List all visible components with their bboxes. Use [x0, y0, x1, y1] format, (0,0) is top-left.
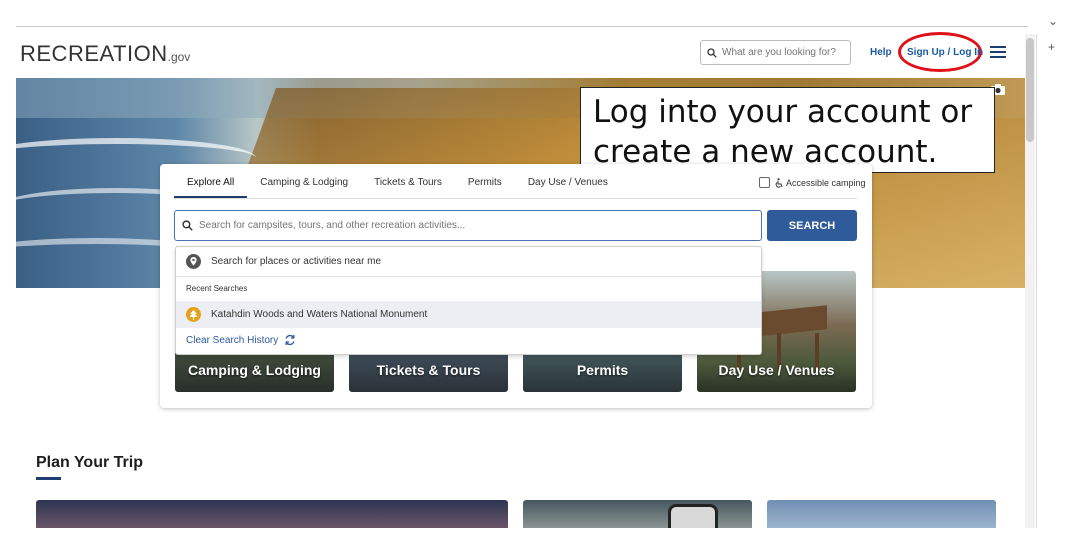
search-near-me-label: Search for places or activities near me	[211, 256, 382, 267]
plan-trip-tile[interactable]	[767, 500, 996, 528]
tab-explore-all[interactable]: Explore All	[174, 164, 248, 198]
tab-day-use-venues[interactable]: Day Use / Venues	[515, 164, 621, 198]
search-icon	[182, 220, 193, 231]
category-card-label: Tickets & Tours	[376, 362, 481, 378]
header-search-input[interactable]	[722, 47, 842, 58]
side-chevron-icon[interactable]: ⌄	[1048, 14, 1058, 28]
search-button[interactable]: SEARCH	[767, 210, 857, 241]
browser-frame: ⌄ + RECREATION.gov Help Sign Up / Log In…	[0, 0, 1087, 557]
scrollbar-thumb[interactable]	[1026, 38, 1034, 142]
header-search-box[interactable]	[700, 40, 851, 65]
logo-suffix: .gov	[167, 50, 191, 64]
logo-text: RECREATION	[20, 41, 168, 66]
side-panel-divider	[1036, 34, 1037, 528]
tabs-divider	[174, 198, 857, 199]
search-near-me-option[interactable]: Search for places or activities near me	[176, 247, 761, 277]
accessible-camping-toggle[interactable]: Accessible camping	[759, 177, 866, 188]
heading-underline	[36, 477, 61, 480]
annotation-callout: Log into your account or create a new ac…	[580, 87, 995, 173]
wheelchair-icon	[775, 177, 783, 188]
site-header: RECREATION.gov Help Sign Up / Log In	[16, 27, 1025, 78]
clear-search-history-label: Clear Search History	[186, 334, 279, 346]
recent-search-item[interactable]: Katahdin Woods and Waters National Monum…	[176, 301, 761, 328]
category-card-label: Permits	[576, 362, 629, 378]
tab-permits[interactable]: Permits	[455, 164, 515, 198]
search-icon	[707, 47, 717, 58]
tab-camping-lodging[interactable]: Camping & Lodging	[247, 164, 361, 198]
tab-tickets-tours[interactable]: Tickets & Tours	[361, 164, 455, 198]
category-card-label: Camping & Lodging	[188, 362, 321, 378]
search-suggestions-dropdown: Search for places or activities near me …	[175, 246, 762, 355]
accessible-camping-label: Accessible camping	[786, 177, 866, 188]
phone-image	[668, 504, 718, 528]
hamburger-menu-icon[interactable]	[990, 46, 1006, 58]
sign-up-log-in-link[interactable]: Sign Up / Log In	[907, 47, 983, 58]
main-search-box[interactable]	[174, 210, 762, 241]
location-pin-icon	[186, 254, 201, 269]
plan-your-trip-heading: Plan Your Trip	[36, 454, 143, 471]
site-logo[interactable]: RECREATION.gov	[20, 41, 190, 67]
clear-search-history-link[interactable]: Clear Search History	[186, 334, 296, 346]
recent-search-label: Katahdin Woods and Waters National Monum…	[211, 309, 428, 320]
category-card-label: Day Use / Venues	[718, 362, 835, 378]
tree-icon	[186, 307, 201, 322]
plan-trip-tile[interactable]	[523, 500, 752, 528]
main-search-input[interactable]	[199, 220, 739, 231]
refresh-icon	[285, 334, 295, 346]
recent-searches-heading: Recent Searches	[186, 284, 248, 293]
plan-trip-tile[interactable]	[36, 500, 508, 528]
help-link[interactable]: Help	[870, 47, 892, 58]
explore-tabs: Explore All Camping & Lodging Tickets & …	[174, 164, 621, 198]
side-plus-icon[interactable]: +	[1048, 40, 1055, 54]
accessible-camping-checkbox[interactable]	[759, 177, 770, 188]
